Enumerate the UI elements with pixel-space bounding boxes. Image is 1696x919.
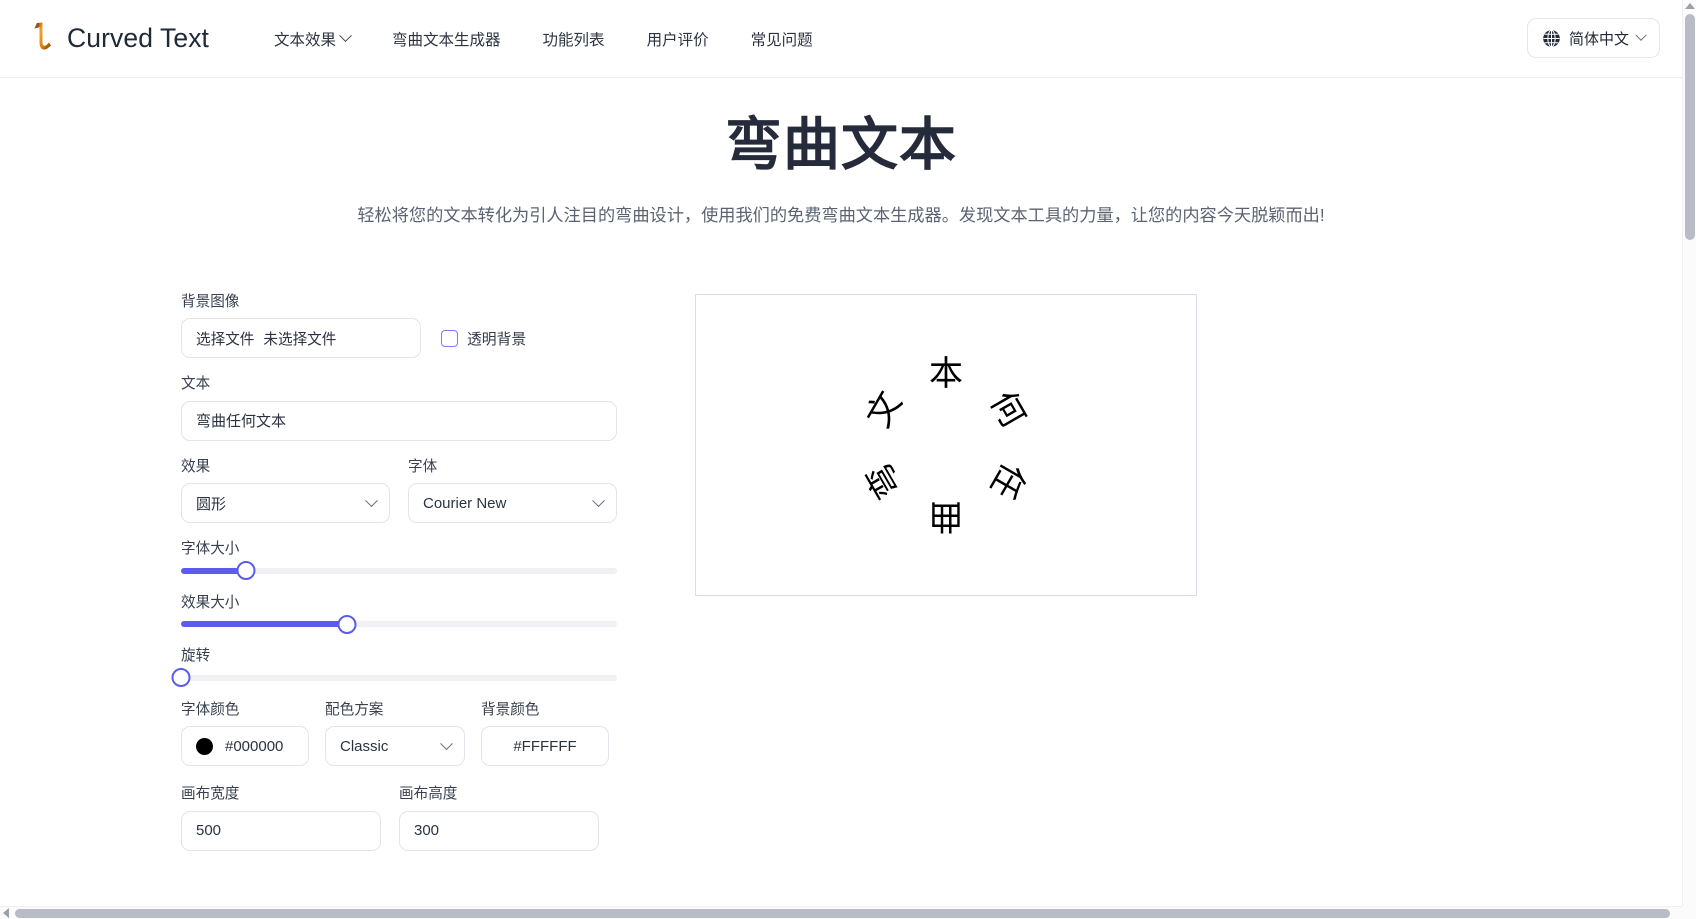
background-image-field: 背景图像 选择文件 未选择文件 透明背景: [181, 294, 617, 359]
page-subtitle: 轻松将您的文本转化为引人注目的弯曲设计，使用我们的免费弯曲文本生成器。发现文本工…: [357, 205, 1325, 226]
effect-size-field: 效果大小: [181, 595, 617, 635]
effect-size-label: 效果大小: [181, 594, 240, 611]
effect-select[interactable]: 圆形: [181, 483, 390, 524]
font-color-swatch[interactable]: [196, 737, 213, 755]
site-header: Curved Text 文本效果 弯曲文本生成器 功能列表 用户评价 常见问题: [0, 0, 1682, 78]
transparent-background-checkbox[interactable]: [441, 329, 458, 347]
canvas-size-row: 画布宽度 500 画布高度 300: [181, 786, 617, 851]
font-color-field: 字体颜色 #000000: [181, 702, 309, 767]
nav-label: 文本效果: [274, 31, 337, 49]
transparent-background-toggle[interactable]: 透明背景: [441, 328, 526, 349]
nav-item-reviews[interactable]: 用户评价: [626, 20, 730, 58]
font-select-value: Courier New: [408, 483, 617, 524]
canvas-width-label: 画布宽度: [181, 786, 240, 803]
effect-field: 效果 圆形: [181, 459, 390, 524]
canvas-height-field: 画布高度 300: [399, 786, 599, 851]
font-size-label: 字体大小: [181, 541, 240, 558]
font-color-input[interactable]: #000000: [181, 726, 309, 767]
color-scheme-select[interactable]: Classic: [325, 726, 465, 767]
curved-text-char: 任: [980, 455, 1033, 505]
canvas-width-field: 画布宽度 500: [181, 786, 381, 851]
rotation-label: 旋转: [181, 648, 211, 665]
color-scheme-field: 配色方案 Classic: [325, 702, 465, 767]
nav-item-faq[interactable]: 常见问题: [730, 20, 834, 58]
nav-item-features[interactable]: 功能列表: [522, 20, 626, 58]
nav-label: 功能列表: [542, 31, 605, 49]
brand-logo-link[interactable]: Curved Text: [26, 19, 209, 59]
main-area: 背景图像 选择文件 未选择文件 透明背景 文本 弯曲任何文本 效果 圆形 字体 …: [0, 236, 1682, 851]
nav-label: 用户评价: [646, 31, 709, 49]
curved-text-char: 弯: [860, 455, 913, 505]
language-label: 简体中文: [1568, 30, 1629, 48]
font-label: 字体: [408, 458, 438, 475]
text-input[interactable]: 弯曲任何文本: [181, 400, 617, 441]
settings-form: 背景图像 选择文件 未选择文件 透明背景 文本 弯曲任何文本 效果 圆形 字体 …: [171, 294, 617, 851]
scroll-up-arrow-icon[interactable]: [1684, 3, 1695, 9]
transparent-background-label: 透明背景: [467, 331, 527, 348]
curved-l-logo-icon: [34, 22, 51, 50]
browser-viewport: Curved Text 文本效果 弯曲文本生成器 功能列表 用户评价 常见问题: [0, 0, 1696, 919]
chevron-down-icon: [339, 29, 352, 43]
horizontal-scrollbar-thumb[interactable]: [15, 909, 1670, 918]
choose-file-button-text: 选择文件: [196, 331, 255, 348]
vertical-scrollbar-thumb[interactable]: [1685, 14, 1695, 240]
text-field: 文本 弯曲任何文本: [181, 376, 617, 441]
page-content: Curved Text 文本效果 弯曲文本生成器 功能列表 用户评价 常见问题: [0, 0, 1682, 906]
color-scheme-value: Classic: [325, 726, 465, 767]
font-select[interactable]: Courier New: [408, 483, 617, 524]
canvas-height-label: 画布高度: [399, 786, 458, 803]
font-color-value: #000000: [225, 737, 284, 755]
globe-icon: [1543, 29, 1560, 47]
preview-panel: 本何任曲弯文: [695, 293, 1197, 596]
font-size-slider[interactable]: [181, 561, 617, 581]
file-status-text: 未选择文件: [263, 331, 337, 348]
font-field: 字体 Courier New: [408, 459, 617, 524]
curved-text-svg: 本何任曲弯文: [860, 355, 1033, 534]
vertical-scrollbar[interactable]: [1682, 0, 1696, 906]
slider-thumb[interactable]: [337, 614, 357, 634]
background-image-label: 背景图像: [181, 293, 240, 310]
effect-label: 效果: [181, 458, 211, 475]
font-color-label: 字体颜色: [181, 701, 240, 718]
page-title: 弯曲文本: [725, 113, 957, 177]
background-image-row: 选择文件 未选择文件 透明背景: [181, 318, 617, 359]
curved-text-canvas[interactable]: 本何任曲弯文: [695, 293, 1197, 596]
background-image-file-input[interactable]: 选择文件 未选择文件: [181, 318, 421, 359]
scrollbar-corner: [1682, 906, 1696, 919]
rotation-slider[interactable]: [171, 668, 617, 688]
slider-fill: [181, 621, 347, 628]
text-label: 文本: [181, 376, 211, 393]
background-color-input[interactable]: #FFFFFF: [481, 726, 609, 767]
scroll-left-arrow-icon[interactable]: [3, 908, 9, 918]
curved-text-char: 本: [929, 355, 963, 396]
nav-label: 弯曲文本生成器: [392, 31, 501, 49]
color-scheme-label: 配色方案: [325, 701, 384, 718]
language-selector[interactable]: 简体中文: [1526, 18, 1660, 58]
main-nav: 文本效果 弯曲文本生成器 功能列表 用户评价 常见问题: [253, 20, 834, 58]
hero-section: 弯曲文本 轻松将您的文本转化为引人注目的弯曲设计，使用我们的免费弯曲文本生成器。…: [0, 78, 1682, 236]
canvas-width-input[interactable]: 500: [181, 810, 381, 851]
background-color-label: 背景颜色: [481, 701, 540, 718]
background-color-field: 背景颜色 #FFFFFF: [481, 702, 609, 767]
nav-label: 常见问题: [750, 31, 813, 49]
chevron-down-icon: [1635, 29, 1647, 41]
slider-thumb[interactable]: [236, 561, 256, 581]
font-size-field: 字体大小: [181, 541, 617, 581]
rotation-field: 旋转: [171, 648, 617, 688]
nav-item-curved-text-generator[interactable]: 弯曲文本生成器: [371, 20, 522, 58]
canvas-height-input[interactable]: 300: [399, 810, 599, 851]
effect-font-row: 效果 圆形 字体 Courier New: [181, 459, 617, 542]
effect-select-value: 圆形: [181, 483, 390, 524]
horizontal-scrollbar[interactable]: [0, 906, 1682, 919]
curved-text-char: 文: [860, 385, 913, 435]
colors-row: 字体颜色 #000000 配色方案 Classic 背景颜色 #FFFFFF: [181, 702, 617, 767]
brand-name: Curved Text: [67, 23, 210, 53]
curved-text-char: 曲: [929, 494, 963, 534]
effect-size-slider[interactable]: [181, 614, 617, 634]
slider-track: [181, 674, 617, 681]
slider-thumb[interactable]: [171, 668, 191, 688]
nav-item-text-effects[interactable]: 文本效果: [253, 20, 371, 58]
curved-text-char: 何: [980, 386, 1032, 435]
